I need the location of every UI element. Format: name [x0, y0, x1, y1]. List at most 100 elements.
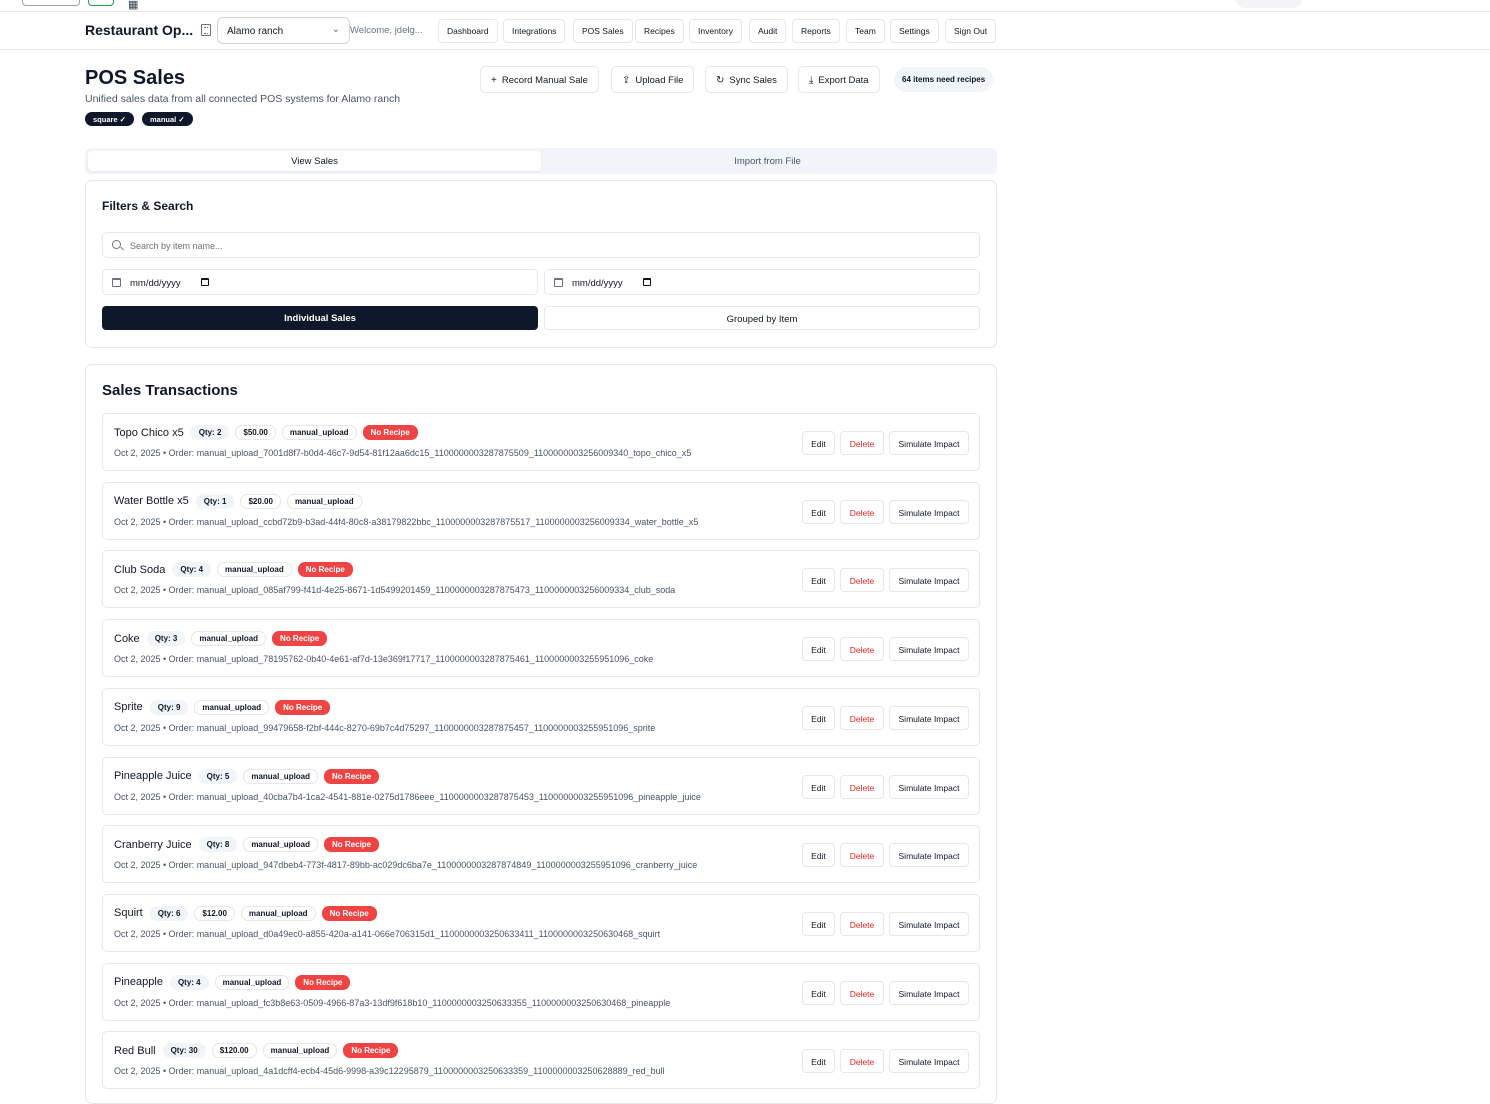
date-picker-icon[interactable]	[201, 278, 209, 286]
location-select[interactable]: Alamo ranch ⌄	[217, 17, 350, 44]
nav-settings[interactable]: Settings	[890, 19, 939, 43]
delete-button[interactable]: Delete	[840, 911, 884, 936]
transaction-row: Cranberry Juice Qty: 8 manual_upload No Rec…	[102, 825, 980, 884]
sync-sales-button[interactable]: ↻ Sync Sales	[705, 66, 788, 93]
delete-button[interactable]: Delete	[840, 637, 884, 662]
qty-badge: Qty: 30	[162, 1043, 206, 1059]
plus-icon: +	[491, 75, 497, 86]
transaction-row: Sprite Qty: 9 manual_upload No Recipe Oct 2,…	[102, 687, 980, 746]
transaction-row: Pineapple Juice Qty: 5 manual_upload No Rec…	[102, 756, 980, 815]
order-meta: Oct 2, 2025 • Order: manual_upload_d0a49…	[114, 928, 661, 939]
tab-import-from-file[interactable]: Import from File	[541, 151, 994, 171]
search-placeholder: Search by item name...	[130, 241, 223, 251]
nav-reports[interactable]: Reports	[792, 19, 840, 43]
simulate-impact-button[interactable]: Simulate Impact	[889, 980, 969, 1005]
transaction-row: Squirt Qty: 6 $12.00 manual_upload No Recipe…	[102, 893, 980, 952]
delete-button[interactable]: Delete	[840, 431, 884, 455]
nav-pos-sales[interactable]: POS Sales	[573, 19, 633, 43]
no-recipe-badge: No Recipe	[343, 1043, 399, 1059]
delete-button[interactable]: Delete	[840, 843, 884, 868]
date-picker-icon[interactable]	[643, 278, 651, 286]
edit-button[interactable]: Edit	[802, 843, 835, 868]
edit-button[interactable]: Edit	[802, 637, 835, 662]
edit-button[interactable]: Edit	[802, 431, 835, 455]
calendar-icon	[112, 278, 121, 287]
delete-button[interactable]: Delete	[840, 568, 884, 593]
tab-view-sales[interactable]: View Sales	[88, 151, 541, 171]
transaction-row: Water Bottle x5 Qty: 1 $20.00 manual_upload…	[102, 481, 980, 540]
simulate-impact-button[interactable]: Simulate Impact	[889, 705, 969, 730]
edit-button[interactable]: Edit	[802, 568, 835, 593]
simulate-impact-button[interactable]: Simulate Impact	[889, 431, 969, 455]
edit-button[interactable]: Edit	[802, 1049, 835, 1074]
transaction-row: Coke Qty: 3 manual_upload No Recipe Oct 2, 2…	[102, 619, 980, 678]
transaction-summary: Cranberry Juice Qty: 8 manual_upload No Rec…	[114, 837, 380, 853]
nav-recipes[interactable]: Recipes	[635, 19, 684, 43]
upload-icon: ⇪	[622, 75, 631, 86]
edit-button[interactable]: Edit	[802, 774, 835, 799]
grouped-by-item-button[interactable]: Grouped by Item	[544, 306, 980, 330]
simulate-impact-button[interactable]: Simulate Impact	[889, 499, 969, 524]
qty-badge: Qty: 8	[198, 837, 238, 853]
edit-button[interactable]: Edit	[802, 705, 835, 730]
edit-button[interactable]: Edit	[802, 499, 835, 524]
search-input[interactable]: Search by item name...	[102, 232, 980, 258]
individual-sales-button[interactable]: Individual Sales	[102, 306, 538, 330]
nav-integrations[interactable]: Integrations	[503, 19, 566, 43]
simulate-impact-button[interactable]: Simulate Impact	[889, 637, 969, 662]
simulate-impact-button[interactable]: Simulate Impact	[889, 911, 969, 936]
upload-file-button[interactable]: ⇪ Upload File	[611, 66, 695, 93]
nav-dashboard[interactable]: Dashboard	[438, 19, 498, 43]
upload-file-label: Upload File	[635, 75, 684, 86]
transaction-summary: Coke Qty: 3 manual_upload No Recipe	[114, 631, 328, 647]
nav-audit[interactable]: Audit	[749, 19, 787, 43]
download-icon: ⤓	[809, 75, 814, 86]
date-to-input[interactable]: mm/dd/yyyy	[544, 269, 980, 295]
transaction-summary: Water Bottle x5 Qty: 1 $20.00 manual_upload	[114, 493, 362, 509]
items-need-recipes-badge[interactable]: 64 items need recipes	[894, 67, 994, 92]
delete-button[interactable]: Delete	[840, 774, 884, 799]
transaction-summary: Squirt Qty: 6 $12.00 manual_upload No Recipe	[114, 905, 377, 921]
delete-button[interactable]: Delete	[840, 705, 884, 730]
record-manual-sale-label: Record Manual Sale	[501, 75, 588, 86]
simulate-impact-button[interactable]: Simulate Impact	[889, 774, 969, 799]
date-from-input[interactable]: mm/dd/yyyy	[102, 269, 538, 295]
transaction-row: Pineapple Qty: 4 manual_upload No Recipe Oct…	[102, 962, 980, 1021]
order-meta: Oct 2, 2025 • Order: manual_upload_fc3b8…	[114, 997, 671, 1008]
no-recipe-badge: No Recipe	[297, 562, 353, 578]
delete-button[interactable]: Delete	[840, 499, 884, 524]
record-manual-sale-button[interactable]: + Record Manual Sale	[480, 66, 599, 93]
transaction-row: Club Soda Qty: 4 manual_upload No Recipe Oct…	[102, 550, 980, 609]
nav-team[interactable]: Team	[846, 19, 885, 43]
source-badge-square: square ✓	[85, 112, 134, 126]
price-badge: $20.00	[240, 493, 281, 509]
browser-pill	[1236, 0, 1302, 8]
source-badge: manual_upload	[286, 493, 362, 509]
order-meta: Oct 2, 2025 • Order: manual_upload_085af…	[114, 585, 676, 596]
transaction-summary: Sprite Qty: 9 manual_upload No Recipe	[114, 699, 331, 715]
item-name: Pineapple Juice	[114, 770, 192, 782]
simulate-impact-button[interactable]: Simulate Impact	[889, 1049, 969, 1074]
edit-button[interactable]: Edit	[802, 980, 835, 1005]
browser-tab-outline	[22, 0, 80, 6]
transaction-row: Topo Chico x5 Qty: 2 $50.00 manual_upload No…	[102, 413, 980, 471]
source-badge: manual_upload	[214, 974, 290, 990]
qty-badge: Qty: 5	[198, 768, 238, 784]
no-recipe-badge: No Recipe	[275, 699, 331, 715]
delete-button[interactable]: Delete	[840, 980, 884, 1005]
edit-button[interactable]: Edit	[802, 911, 835, 936]
source-badge: manual_upload	[262, 1043, 338, 1059]
nav-inventory[interactable]: Inventory	[689, 19, 742, 43]
delete-button[interactable]: Delete	[840, 1049, 884, 1074]
sync-sales-label: Sync Sales	[729, 75, 777, 86]
chevron-down-icon: ⌄	[331, 24, 340, 35]
simulate-impact-button[interactable]: Simulate Impact	[889, 568, 969, 593]
export-data-button[interactable]: ⤓ Export Data	[798, 66, 880, 93]
source-badge-manual: manual ✓	[142, 112, 193, 126]
nav-sign-out[interactable]: Sign Out	[945, 19, 997, 43]
app-brand: Restaurant Op...	[85, 22, 194, 38]
qty-badge: Qty: 2	[190, 425, 230, 440]
simulate-impact-button[interactable]: Simulate Impact	[889, 843, 969, 868]
item-name: Sprite	[114, 701, 143, 714]
page-subtitle: Unified sales data from all connected PO…	[85, 93, 401, 105]
